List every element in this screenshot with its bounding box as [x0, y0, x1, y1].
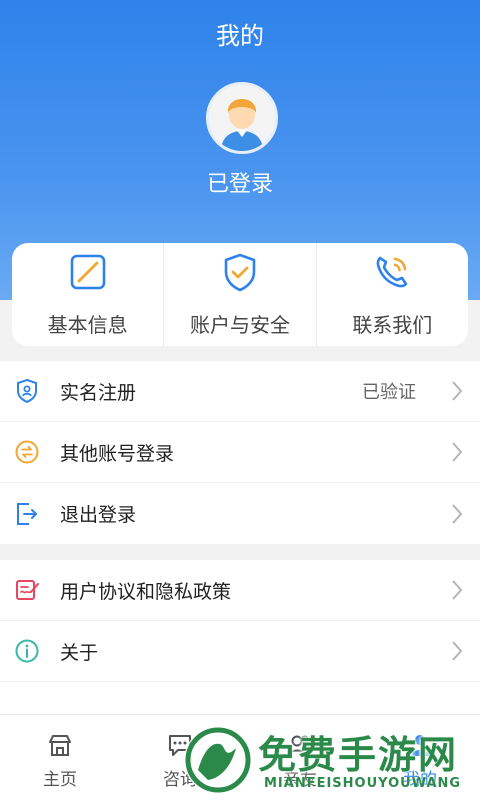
real-name-register-row[interactable]: 实名注册 已验证: [0, 361, 480, 422]
verification-status: 已验证: [362, 382, 416, 403]
home-icon: [49, 735, 71, 756]
basic-info-label: 基本信息: [47, 313, 128, 337]
page-title: 我的: [216, 22, 264, 50]
bottom-nav: 主页 咨询 亲友 我的: [0, 714, 480, 800]
chevron-right-icon: [452, 381, 463, 401]
login-status: 已登录: [206, 172, 273, 197]
account-security-label: 账户与安全: [189, 313, 290, 337]
nav-consult[interactable]: 咨询: [120, 715, 240, 800]
about-row[interactable]: 关于: [0, 621, 480, 682]
contact-us-label: 联系我们: [352, 313, 433, 337]
basic-info-button[interactable]: 基本信息: [12, 243, 163, 346]
chevron-right-icon: [452, 641, 463, 661]
friends-icon: [288, 735, 312, 756]
logout-label: 退出登录: [60, 504, 137, 526]
shield-check-icon: [224, 253, 256, 292]
agreement-privacy-row[interactable]: 用户协议和隐私政策: [0, 560, 480, 621]
nav-consult-label: 咨询: [163, 770, 197, 790]
nav-home[interactable]: 主页: [0, 715, 120, 800]
info-icon: [15, 639, 39, 663]
agreement-privacy-label: 用户协议和隐私政策: [60, 580, 232, 603]
account-menu: 实名注册 已验证 其他账号登录 退出登录: [0, 361, 480, 544]
logout-row[interactable]: 退出登录: [0, 483, 480, 544]
chevron-right-icon: [452, 503, 463, 524]
nav-home-label: 主页: [43, 770, 77, 790]
nav-mine[interactable]: 我的: [360, 715, 480, 800]
other-account-login-row[interactable]: 其他账号登录: [0, 422, 480, 483]
nav-mine-label: 我的: [403, 770, 437, 790]
id-shield-icon: [17, 378, 37, 404]
quick-actions-card: 基本信息 账户与安全 联系我们: [12, 243, 468, 346]
switch-account-icon: [15, 440, 39, 464]
edit-square-icon: [70, 254, 105, 290]
real-name-register-label: 实名注册: [60, 381, 137, 404]
logout-icon: [17, 502, 37, 525]
user-avatar-icon[interactable]: [206, 82, 278, 154]
profile-icon: [410, 735, 430, 756]
chevron-right-icon: [452, 442, 463, 462]
account-security-button[interactable]: 账户与安全: [163, 243, 315, 346]
chat-icon: [169, 735, 191, 756]
nav-friends-label: 亲友: [283, 770, 317, 790]
agreement-icon: [16, 580, 39, 600]
phone-icon: [376, 256, 408, 288]
other-account-login-label: 其他账号登录: [60, 442, 175, 465]
about-label: 关于: [60, 641, 99, 664]
contact-us-button[interactable]: 联系我们: [315, 243, 468, 346]
chevron-right-icon: [452, 580, 463, 600]
nav-friends[interactable]: 亲友: [240, 715, 360, 800]
